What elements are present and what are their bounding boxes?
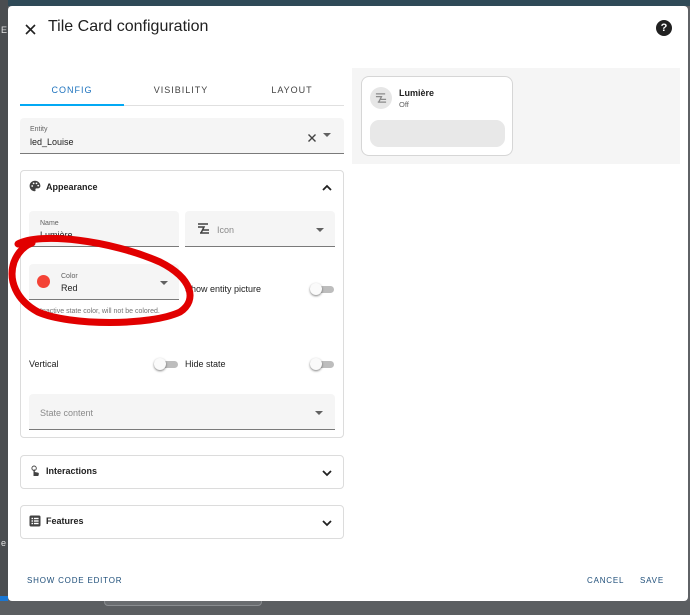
chevron-up-icon[interactable] [321, 183, 333, 193]
name-value: Lumière [40, 230, 73, 240]
color-label: Color [61, 273, 78, 280]
entity-picker[interactable]: Entity led_Louise [20, 118, 344, 154]
icon-picker[interactable]: Icon [185, 211, 335, 247]
hide-state-label: Hide state [185, 359, 226, 369]
tile-card-preview[interactable]: Lumière Off [361, 76, 513, 156]
state-content-placeholder: State content [40, 408, 94, 418]
color-value: Red [61, 283, 78, 293]
color-swatch [37, 275, 50, 288]
background-text-top: E [1, 25, 8, 35]
active-tab-indicator [20, 104, 124, 106]
tile-name: Lumière [399, 88, 435, 98]
hide-state-toggle[interactable] [310, 358, 336, 370]
tab-config[interactable]: CONFIG [20, 78, 124, 106]
show-entity-picture-label: Show entity picture [185, 284, 262, 294]
interactions-title: Interactions [46, 466, 98, 476]
vertical-label: Vertical [29, 359, 59, 369]
editor-tabs: CONFIG VISIBILITY LAYOUT [20, 78, 344, 106]
save-button[interactable]: SAVE [640, 576, 664, 585]
gesture-tap-icon [29, 465, 41, 477]
chevron-down-icon[interactable] [160, 281, 168, 285]
appearance-panel: Appearance Name Lumière Icon Color Red I… [20, 170, 344, 438]
icon-placeholder: Icon [217, 225, 235, 235]
tile-state: Off [399, 100, 409, 109]
color-helper-text: Inactive state color, will not be colore… [40, 308, 160, 315]
cancel-button[interactable]: CANCEL [587, 576, 624, 585]
tab-layout[interactable]: LAYOUT [242, 78, 342, 106]
background-sidebar [0, 0, 8, 615]
palette-icon [29, 180, 41, 192]
help-icon[interactable]: ? [656, 20, 672, 36]
state-content-field[interactable]: State content [29, 394, 335, 430]
lamp-icon[interactable] [370, 87, 392, 109]
color-picker[interactable]: Color Red [29, 264, 179, 300]
show-entity-picture-toggle[interactable] [310, 283, 336, 295]
entity-label: Entity [30, 126, 48, 133]
background-text-bottom: e [1, 538, 7, 548]
tile-feature-placeholder [370, 120, 505, 147]
chevron-down-icon[interactable] [316, 228, 324, 232]
name-field[interactable]: Name Lumière [29, 211, 179, 247]
appearance-header[interactable]: Appearance [21, 171, 343, 203]
vertical-toggle[interactable] [154, 358, 180, 370]
entity-value: led_Louise [30, 137, 74, 147]
chevron-down-icon[interactable] [321, 468, 333, 478]
close-icon[interactable] [20, 19, 40, 39]
interactions-panel[interactable]: Interactions [20, 455, 344, 489]
features-panel[interactable]: Features [20, 505, 344, 539]
appearance-title: Appearance [46, 182, 98, 192]
list-box-icon [29, 515, 41, 527]
lamp-icon [197, 222, 210, 235]
dialog-title: Tile Card configuration [48, 18, 209, 35]
chevron-down-icon[interactable] [315, 411, 323, 415]
chevron-down-icon[interactable] [321, 518, 333, 528]
features-title: Features [46, 516, 84, 526]
chevron-down-icon[interactable] [323, 133, 331, 137]
clear-icon[interactable] [307, 130, 317, 142]
tab-visibility[interactable]: VISIBILITY [132, 78, 230, 106]
name-label: Name [40, 220, 59, 227]
show-code-editor-button[interactable]: SHOW CODE EDITOR [27, 576, 122, 585]
